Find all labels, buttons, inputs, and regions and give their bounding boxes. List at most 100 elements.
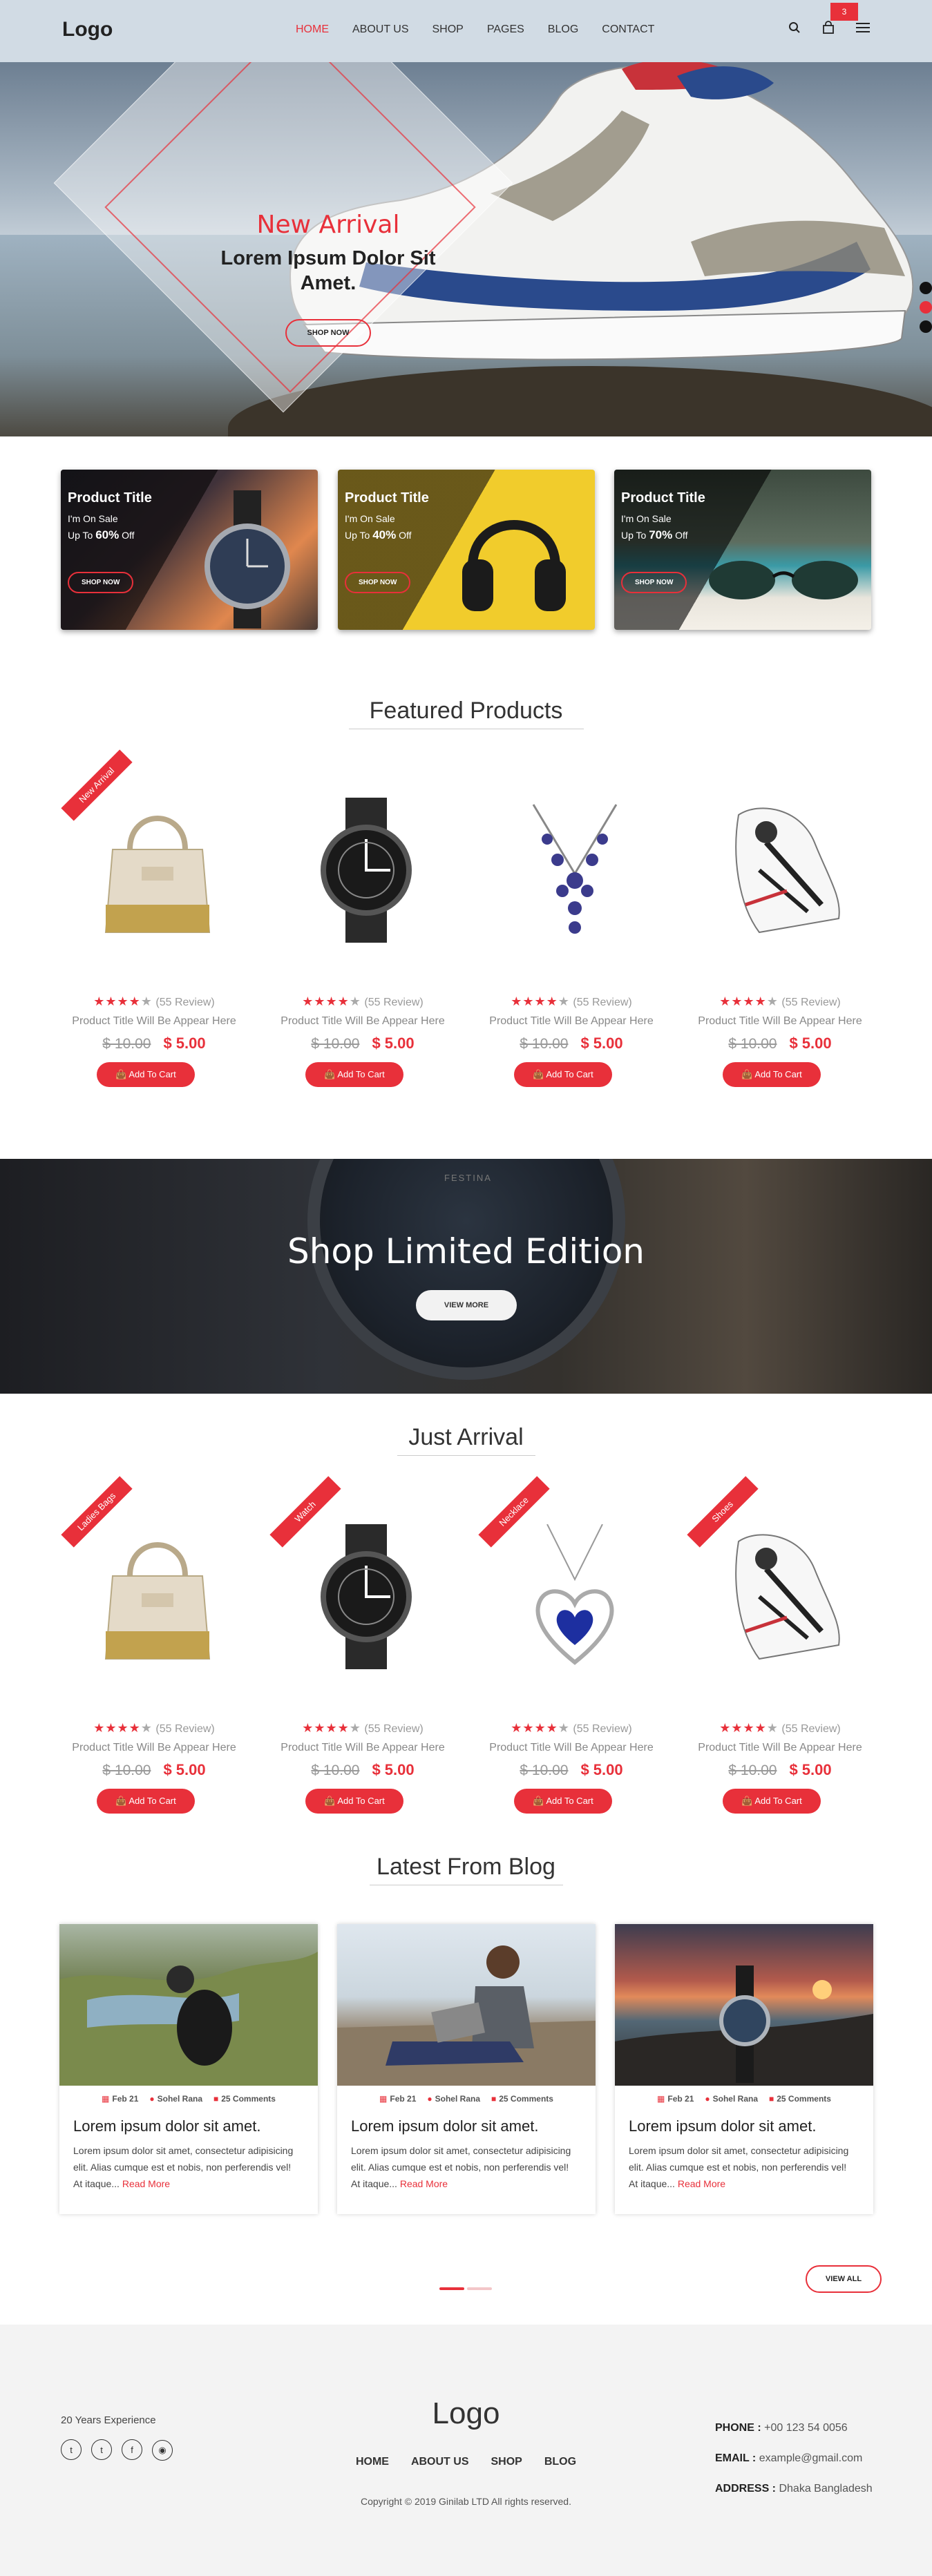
bag-icon: 👜 bbox=[533, 1796, 544, 1806]
product-name[interactable]: Product Title Will Be Appear Here bbox=[61, 1015, 247, 1028]
email-address[interactable]: example@gmail.com bbox=[759, 2452, 863, 2464]
add-to-cart-button[interactable]: 👜 Add To Cart bbox=[514, 1062, 612, 1087]
rating-stars: ★★★★★ bbox=[93, 994, 153, 1008]
nav-shop[interactable]: SHOP bbox=[432, 23, 464, 36]
footer-nav-about[interactable]: ABOUT US bbox=[411, 2456, 469, 2468]
bag-icon: 👜 bbox=[741, 1069, 753, 1079]
search-icon[interactable] bbox=[788, 21, 801, 37]
comment-icon: ■ bbox=[213, 2094, 219, 2104]
product-image-watch[interactable] bbox=[297, 1521, 435, 1673]
read-more-link[interactable]: Read More bbox=[122, 2178, 170, 2189]
promo-off: Off bbox=[122, 530, 135, 541]
read-more-link[interactable]: Read More bbox=[400, 2178, 448, 2189]
old-price: $ 10.00 bbox=[728, 1762, 777, 1778]
featured-title: Featured Products bbox=[0, 698, 932, 729]
footer-nav-blog[interactable]: BLOG bbox=[544, 2456, 576, 2468]
add-to-cart-button[interactable]: 👜 Add To Cart bbox=[305, 1789, 403, 1814]
blog-image-laptop[interactable] bbox=[337, 1924, 596, 2086]
old-price: $ 10.00 bbox=[728, 1036, 777, 1052]
promo-shop-now-button[interactable]: SHOP NOW bbox=[621, 572, 687, 593]
blog-image-watch-sunset[interactable] bbox=[615, 1924, 873, 2086]
price: $ 5.00 bbox=[163, 1035, 206, 1052]
slider-dot-1[interactable] bbox=[920, 282, 932, 294]
review-count: (55 Review) bbox=[573, 1723, 632, 1735]
promo-percent: 70% bbox=[649, 528, 673, 541]
promo-title: Product Title bbox=[621, 490, 705, 506]
blog-post-title[interactable]: Lorem ipsum dolor sit amet. bbox=[351, 2117, 538, 2135]
rating-stars: ★★★★★ bbox=[302, 994, 361, 1008]
product-image-watch[interactable] bbox=[297, 794, 435, 946]
product-card: Ladies Bags ★★★★★ (55 Review) Product Ti… bbox=[61, 1476, 247, 1832]
promo-shop-now-button[interactable]: SHOP NOW bbox=[345, 572, 411, 593]
product-card: Watch ★★★★★ (55 Review) Product Title Wi… bbox=[269, 1476, 456, 1832]
blog-title: Latest From Blog bbox=[0, 1854, 932, 1885]
promo-card-sunglasses[interactable]: Product Title I'm On Sale Up To 70% Off … bbox=[614, 470, 871, 630]
add-to-cart-button[interactable]: 👜 Add To Cart bbox=[97, 1062, 195, 1087]
user-icon: ● bbox=[149, 2094, 155, 2104]
footer-nav-home[interactable]: HOME bbox=[356, 2456, 389, 2468]
cart-icon[interactable] bbox=[821, 21, 835, 38]
rating-stars: ★★★★★ bbox=[719, 994, 779, 1008]
product-image-necklace[interactable] bbox=[506, 794, 644, 946]
promo-title: Product Title bbox=[345, 490, 429, 506]
product-name[interactable]: Product Title Will Be Appear Here bbox=[478, 1742, 665, 1754]
blog-pager-dot[interactable] bbox=[467, 2287, 492, 2290]
promo-off: Off bbox=[399, 530, 412, 541]
nav-about[interactable]: ABOUT US bbox=[352, 23, 409, 36]
bag-icon: 👜 bbox=[324, 1796, 336, 1806]
rating-stars: ★★★★★ bbox=[719, 1721, 779, 1735]
blog-pager-active[interactable] bbox=[439, 2287, 464, 2290]
slider-dot-3[interactable] bbox=[920, 320, 932, 333]
review-count: (55 Review) bbox=[781, 997, 841, 1008]
add-to-cart-button[interactable]: 👜 Add To Cart bbox=[723, 1062, 821, 1087]
slider-dot-2[interactable] bbox=[920, 301, 932, 314]
header-icons bbox=[788, 21, 870, 38]
nav-contact[interactable]: CONTACT bbox=[602, 23, 654, 36]
arrival-title: Just Arrival bbox=[0, 1424, 932, 1456]
blog-post-title[interactable]: Lorem ipsum dolor sit amet. bbox=[73, 2117, 260, 2135]
product-image-shoe[interactable] bbox=[714, 1521, 853, 1673]
hero-shop-now-button[interactable]: SHOP NOW bbox=[285, 319, 372, 347]
add-to-cart-button[interactable]: 👜 Add To Cart bbox=[723, 1789, 821, 1814]
product-name[interactable]: Product Title Will Be Appear Here bbox=[61, 1742, 247, 1754]
view-more-button[interactable]: VIEW MORE bbox=[416, 1290, 517, 1320]
footer-nav-shop[interactable]: SHOP bbox=[491, 2456, 522, 2468]
product-name[interactable]: Product Title Will Be Appear Here bbox=[687, 1015, 873, 1028]
promo-card-headphones[interactable]: Product Title I'm On Sale Up To 40% Off … bbox=[338, 470, 595, 630]
product-image-heart-necklace[interactable] bbox=[506, 1521, 644, 1673]
promo-sale: I'm On Sale bbox=[345, 513, 395, 524]
product-name[interactable]: Product Title Will Be Appear Here bbox=[269, 1742, 456, 1754]
product-image-bag[interactable] bbox=[88, 1521, 227, 1673]
phone-number: +00 123 54 0056 bbox=[764, 2422, 848, 2434]
rating-stars: ★★★★★ bbox=[511, 1721, 570, 1735]
add-to-cart-button[interactable]: 👜 Add To Cart bbox=[514, 1789, 612, 1814]
promo-upto: Up To bbox=[68, 530, 93, 541]
review-count: (55 Review) bbox=[364, 1723, 424, 1735]
nav-home[interactable]: HOME bbox=[296, 23, 329, 36]
add-to-cart-button[interactable]: 👜 Add To Cart bbox=[97, 1789, 195, 1814]
product-name[interactable]: Product Title Will Be Appear Here bbox=[269, 1015, 456, 1028]
promo-shop-now-button[interactable]: SHOP NOW bbox=[68, 572, 134, 593]
nav-blog[interactable]: BLOG bbox=[548, 23, 578, 36]
site-logo[interactable]: Logo bbox=[62, 18, 113, 41]
promo-card-watch[interactable]: Product Title I'm On Sale Up To 60% Off … bbox=[61, 470, 318, 630]
product-name[interactable]: Product Title Will Be Appear Here bbox=[687, 1742, 873, 1754]
old-price: $ 10.00 bbox=[311, 1036, 360, 1052]
add-to-cart-button[interactable]: 👜 Add To Cart bbox=[305, 1062, 403, 1087]
blog-post-title[interactable]: Lorem ipsum dolor sit amet. bbox=[629, 2117, 816, 2135]
product-image-shoe[interactable] bbox=[714, 794, 853, 946]
product-card: New Arrival ★★★★★ (55 Review) Product Ti… bbox=[61, 749, 247, 1105]
promo-title: Product Title bbox=[68, 490, 152, 506]
view-all-button[interactable]: VIEW ALL bbox=[806, 2265, 882, 2293]
bag-icon: 👜 bbox=[115, 1069, 127, 1079]
product-image-bag[interactable] bbox=[88, 794, 227, 946]
nav-pages[interactable]: PAGES bbox=[487, 23, 524, 36]
read-more-link[interactable]: Read More bbox=[678, 2178, 725, 2189]
blog-card: ▦ Feb 21 ● Sohel Rana ■ 25 Comments Lorem ips… bbox=[337, 1924, 596, 2214]
blog-image-hiker[interactable] bbox=[59, 1924, 318, 2086]
product-name[interactable]: Product Title Will Be Appear Here bbox=[478, 1015, 665, 1028]
blog-card: ▦ Feb 21 ● Sohel Rana ■ 25 Comments Lorem ips… bbox=[59, 1924, 318, 2214]
blog-meta: ▦ Feb 21 ● Sohel Rana ■ 25 Comments bbox=[657, 2094, 831, 2104]
menu-icon[interactable] bbox=[856, 22, 870, 37]
comment-icon: ■ bbox=[769, 2094, 774, 2104]
